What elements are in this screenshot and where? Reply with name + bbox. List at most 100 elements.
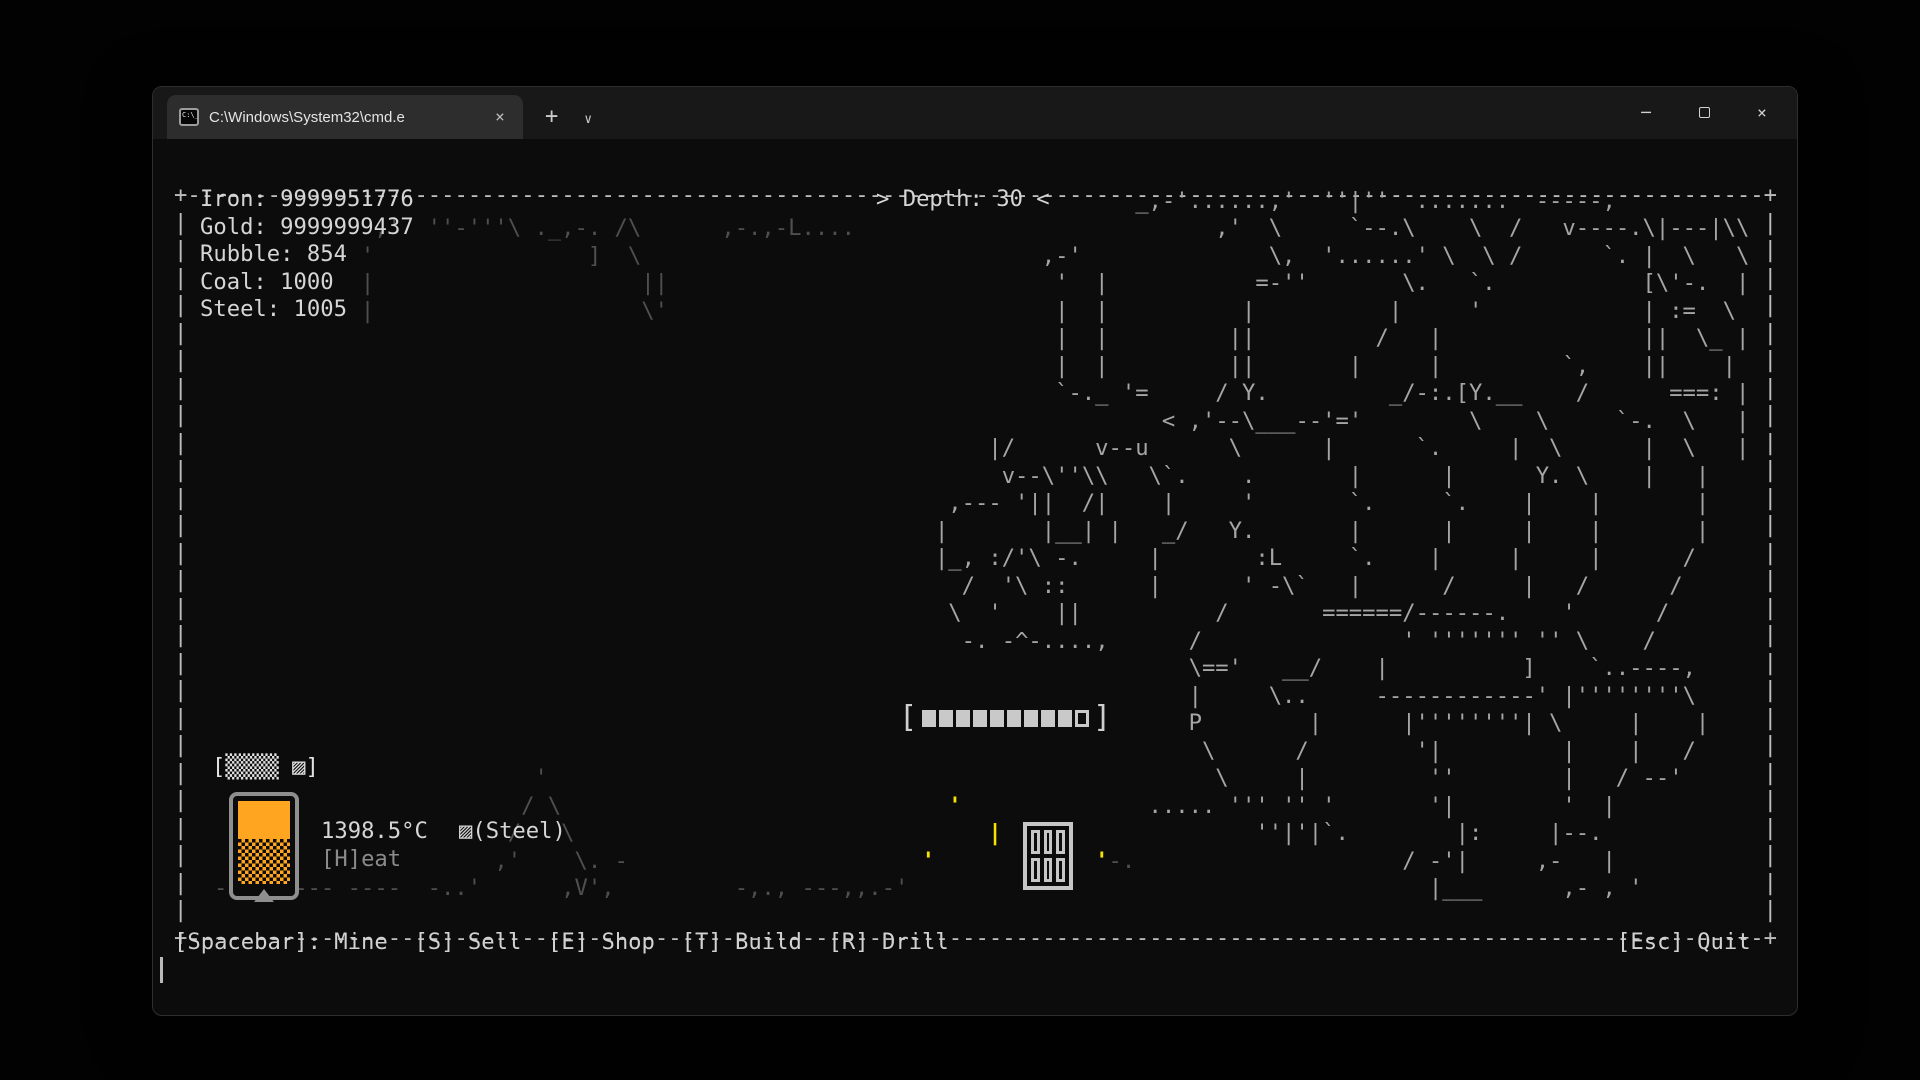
furnace-fuel-solid: [238, 801, 290, 839]
art-segment: \==': [1189, 655, 1242, 683]
art-segment: |: [1429, 325, 1442, 353]
art-segment: \`.: [1149, 463, 1189, 491]
art-segment: ''' '' ': [1229, 793, 1336, 821]
door-pane: [1044, 858, 1053, 882]
art-segment: /: [1295, 738, 1308, 766]
art-segment: ': [1242, 573, 1255, 601]
art-segment: .....: [1149, 793, 1216, 821]
tab-bar[interactable]: C:\_ C:\Windows\System32\cmd.e × + ∨ ─ ×: [153, 87, 1797, 139]
art-segment: |: [1509, 435, 1522, 463]
art-segment: `-.: [1616, 408, 1656, 436]
art-segment: ]: [1522, 655, 1535, 683]
art-segment: \: [1202, 738, 1215, 766]
art-segment: :=: [1669, 298, 1696, 326]
art-segment: ,-: [1562, 875, 1589, 903]
art-segment: |: [1055, 298, 1068, 326]
tab-dropdown-icon[interactable]: ∨: [584, 112, 592, 127]
art-segment: |: [1522, 490, 1535, 518]
minimize-button[interactable]: ─: [1617, 87, 1675, 137]
art-segment: |: [1456, 848, 1469, 876]
art-segment: \: [1269, 215, 1282, 243]
spark: ': [922, 848, 935, 876]
art-segment: \: [1442, 243, 1455, 271]
progress-block-filled: [1024, 710, 1038, 727]
art-segment: __/: [1282, 655, 1322, 683]
art-segment: |: [1643, 243, 1656, 271]
art-segment: -. -^-....,: [962, 628, 1109, 656]
art-segment: _/-:.[Y.__: [1389, 380, 1523, 408]
art-segment: _/: [1162, 518, 1189, 546]
art-segment: \: [1469, 408, 1482, 436]
art-segment: =-'': [1255, 270, 1308, 298]
art-segment: Y.: [1242, 380, 1269, 408]
new-tab-button[interactable]: +: [545, 104, 558, 129]
art-segment: \: [1469, 215, 1482, 243]
art-segment: |: [1643, 298, 1656, 326]
art-segment: |: [1055, 353, 1068, 381]
terrain-segment: ,': [494, 848, 521, 876]
progress-bracket: [: [899, 701, 917, 735]
art-segment: /: [1402, 848, 1415, 876]
art-segment: |: [1055, 325, 1068, 353]
art-segment: v--\''\\: [1002, 463, 1109, 491]
door-pane: [1031, 830, 1040, 854]
art-segment: ,-: [1536, 848, 1563, 876]
close-button[interactable]: ×: [1733, 87, 1791, 137]
progress-block-filled: [1041, 710, 1055, 727]
art-segment: /|: [1082, 490, 1109, 518]
art-segment: :L: [1255, 545, 1282, 573]
art-segment: |: [1736, 325, 1749, 353]
art-segment: ,': [1215, 215, 1242, 243]
art-segment: ': [1242, 490, 1255, 518]
art-segment: |: [935, 518, 948, 546]
art-segment: ''|'|`.: [1255, 820, 1349, 848]
progress-block-empty: [1075, 710, 1089, 727]
art-segment: v----.: [1562, 215, 1642, 243]
tab-cmd[interactable]: C:\_ C:\Windows\System32\cmd.e ×: [167, 95, 523, 139]
terrain-segment: \: [628, 243, 641, 271]
art-segment: |:: [1456, 820, 1483, 848]
art-segment: \: [1549, 435, 1562, 463]
art-segment: |: [1589, 490, 1602, 518]
art-segment: `.: [1416, 435, 1443, 463]
art-segment: -----,: [1536, 188, 1616, 216]
art-segment: \: [1736, 243, 1749, 271]
art-segment: |: [1322, 435, 1335, 463]
art-segment: |''''''''|: [1402, 710, 1536, 738]
art-segment: |: [1696, 463, 1709, 491]
art-segment: |: [1643, 463, 1656, 491]
art-segment: |--.: [1549, 820, 1602, 848]
art-segment: /: [1656, 600, 1669, 628]
art-segment: /: [1669, 573, 1682, 601]
progress-block-filled: [1058, 710, 1072, 727]
stat-rubble: Rubble: 854: [200, 241, 414, 269]
art-segment: '|: [1429, 793, 1456, 821]
art-segment: v--u: [1095, 435, 1148, 463]
tab-title: C:\Windows\System32\cmd.e: [209, 109, 477, 126]
progress-blocks: [920, 710, 1090, 727]
maximize-button[interactable]: [1675, 87, 1733, 137]
art-segment: \: [1723, 298, 1736, 326]
terrain-segment: ': [534, 765, 547, 793]
tab-close-icon[interactable]: ×: [487, 104, 513, 130]
art-segment: \,: [1269, 243, 1296, 271]
art-segment: /: [1683, 738, 1696, 766]
art-segment: \: [1576, 628, 1589, 656]
art-segment: /: [1189, 628, 1202, 656]
art-segment: /: [1683, 545, 1696, 573]
art-segment: --': [1643, 765, 1683, 793]
art-segment: ||: [1229, 325, 1256, 353]
art-segment: |: [1149, 573, 1162, 601]
art-segment: P: [1189, 710, 1202, 738]
art-segment: _,-'......,': [1135, 188, 1295, 216]
art-segment: |: [1442, 463, 1455, 491]
art-segment: ||: [1643, 325, 1670, 353]
progress-block-filled: [956, 710, 970, 727]
progress-block-filled: [973, 710, 987, 727]
art-segment: ': [1562, 600, 1575, 628]
art-segment: Y.: [1229, 518, 1256, 546]
art-segment: \: [1683, 243, 1696, 271]
terrain-segment: ._,-.: [534, 215, 601, 243]
stat-coal: Coal: 1000: [200, 269, 414, 297]
art-segment: \..: [1269, 683, 1309, 711]
